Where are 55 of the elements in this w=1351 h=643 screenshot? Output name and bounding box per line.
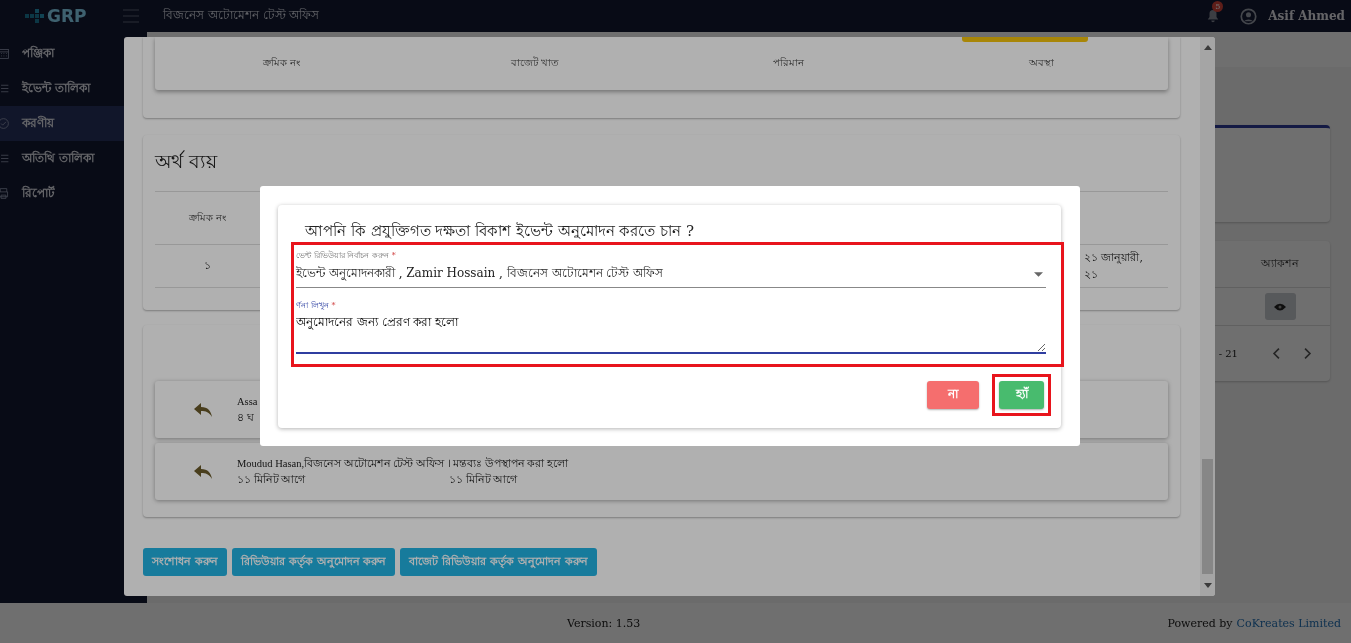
required-mark: *: [331, 301, 336, 311]
field-label: র্ণনা লিখুন: [296, 301, 329, 311]
table-cell-text: ২১ জানুয়ারী, ২১: [1084, 250, 1144, 283]
column-header: অবস্থা: [1027, 56, 1055, 70]
dropdown-field[interactable]: ইভেন্ট অনুমোদনকারী , Zamir Hossain , বিজনেস অটোমেশন টেস্ট অফিস: [296, 261, 1046, 288]
calendar-icon: [0, 47, 10, 60]
scrollbar[interactable]: [1200, 37, 1215, 596]
powered-by-text: Powered by: [1167, 616, 1233, 630]
user-name[interactable]: Asif Ahmed: [1268, 9, 1345, 23]
company-link[interactable]: CoKreates Limited: [1236, 616, 1341, 630]
required-mark: *: [391, 251, 396, 261]
action-button[interactable]: সংশোধন করুন: [143, 548, 227, 576]
scrollbar-thumb[interactable]: [1202, 459, 1213, 574]
time-text: ১১ মিনিট আগে: [237, 472, 307, 487]
notification-bell-icon[interactable]: [1206, 9, 1221, 23]
list-icon: [0, 152, 10, 165]
scroll-down-icon[interactable]: [1203, 583, 1212, 588]
dialog-question: আপনি কি প্রযুক্তিগত দক্ষতা বিকাশ ইভেন্ট অনুমোদন করতে চান ?: [304, 221, 695, 242]
column-header: ক্রমিক নং: [187, 210, 228, 225]
column-header: পরিমান: [771, 56, 805, 70]
pagination-range: - 21: [1218, 348, 1238, 359]
column-header: ক্রমিক নং: [262, 56, 302, 70]
sidebar-item[interactable]: রিপোর্ট: [0, 176, 147, 211]
sidebar-item[interactable]: পঞ্জিকা: [0, 36, 147, 71]
chevron-left-icon[interactable]: [1272, 347, 1281, 360]
logo-icon: [25, 8, 45, 24]
logo-text: GRP: [47, 6, 87, 26]
action-button[interactable]: রিভিউয়ার কর্তৃক অনুমোদন করুন: [231, 548, 396, 576]
sidebar-item[interactable]: ইভেন্ট তালিকা: [0, 71, 147, 106]
field-label: ভেন্ট রিভিউয়ার নির্বাচন করুন: [296, 251, 389, 261]
table-cell-text: ১: [203, 257, 212, 274]
user-avatar-icon[interactable]: [1240, 7, 1258, 25]
office-name: বিজনেস অটোমেশন টেস্ট অফিস: [163, 7, 320, 24]
view-button[interactable]: [1264, 293, 1296, 320]
list-icon: [0, 82, 10, 95]
description-field[interactable]: অনুমোদনের জন্য প্রেরণ করা হলো: [296, 313, 1046, 354]
eye-icon: [1274, 302, 1286, 311]
history-text: Assa: [237, 394, 259, 409]
history-text: Moudud Hasan,বিজনেস অটোমেশন টেস্ট অফিস । মন্তব্যঃ উপস্থাপন করা হলো: [237, 456, 569, 471]
column-header: বাজেট খাত: [509, 55, 560, 70]
cancel-button[interactable]: না: [927, 381, 979, 409]
reply-arrow-icon: [193, 463, 213, 480]
notification-badge: 5: [1212, 1, 1224, 12]
confirm-button[interactable]: হ্যাঁ: [999, 381, 1044, 409]
scroll-up-icon[interactable]: [1203, 45, 1212, 50]
reply-arrow-icon: [193, 401, 213, 418]
printer-icon: [0, 187, 10, 200]
sidebar-item[interactable]: অতিথি তালিকা: [0, 141, 147, 176]
time-text: ৪ ঘ: [237, 410, 255, 425]
version-text: Version: 1.53: [567, 616, 641, 630]
time-text: ১১ মিনিট আগে: [449, 472, 518, 487]
column-header: অ্যাকশন: [1260, 255, 1300, 272]
chevron-right-icon[interactable]: [1303, 347, 1312, 360]
caret-icon: [1034, 271, 1043, 277]
action-button[interactable]: বাজেট রিভিউয়ার কর্তৃক অনুমোদন করুন: [400, 548, 597, 576]
